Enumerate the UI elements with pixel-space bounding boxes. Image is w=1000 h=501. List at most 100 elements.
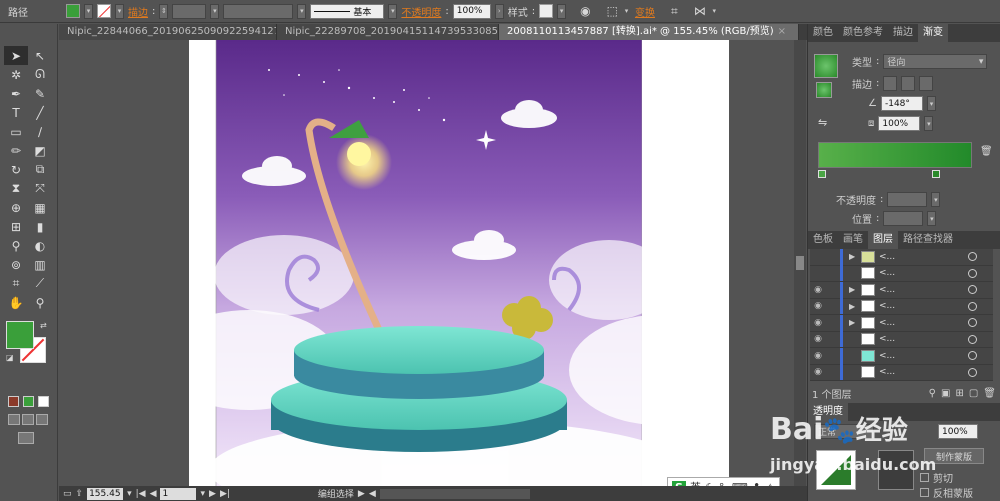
tab-pathfinder[interactable]: 路径查找器 xyxy=(898,231,958,249)
reverse-gradient-icon[interactable]: ⇋ xyxy=(818,116,827,129)
expand-icon[interactable]: ▶ xyxy=(849,285,861,294)
canvas-area[interactable]: S 英 ☾ °, ⌨ ♣ ✧ xyxy=(59,40,794,486)
isolate-icon[interactable]: ⌗ xyxy=(671,4,678,19)
clipping-mask-icon[interactable]: ▣ xyxy=(941,388,950,399)
brush-dropdown-arrow[interactable]: ▾ xyxy=(388,3,398,19)
layer-name[interactable]: <... xyxy=(879,252,968,262)
direct-selection-tool-icon[interactable]: ↖ xyxy=(28,46,52,65)
first-artboard-icon[interactable]: |◀ xyxy=(136,489,146,499)
line-tool-icon[interactable]: ╱ xyxy=(28,103,52,122)
rectangle-tool-icon[interactable]: ▭ xyxy=(4,122,28,141)
hscroll-left-icon[interactable]: ◀ xyxy=(369,489,376,499)
target-icon[interactable] xyxy=(968,301,977,311)
stroke-label[interactable]: 描边 xyxy=(128,4,148,19)
page-field[interactable]: 1 xyxy=(160,487,197,500)
variable-width-profile[interactable] xyxy=(223,3,294,19)
more-options-icon[interactable]: ⋈ xyxy=(694,4,706,18)
column-graph-tool-icon[interactable]: ▥ xyxy=(28,255,52,274)
stop-opacity-field[interactable] xyxy=(887,192,928,207)
layer-name[interactable]: <... xyxy=(879,268,968,278)
prev-artboard-icon[interactable]: ◀ xyxy=(150,489,157,499)
opacity-field[interactable]: 100% xyxy=(452,3,491,19)
target-icon[interactable] xyxy=(968,285,977,295)
fill-dropdown-arrow[interactable]: ▾ xyxy=(84,3,93,19)
tab-gradient[interactable]: 渐变 xyxy=(918,24,948,42)
align-icon[interactable]: ⬚ xyxy=(607,4,618,18)
visibility-icon[interactable]: ◉ xyxy=(810,301,826,311)
screen-mode-icon[interactable] xyxy=(18,432,34,444)
mesh-tool-icon[interactable]: ⊞ xyxy=(4,217,28,236)
stop-position-arrow[interactable]: ▾ xyxy=(927,211,937,226)
tab-swatches[interactable]: 色板 xyxy=(808,231,838,249)
draw-behind-icon[interactable] xyxy=(22,414,34,425)
angle-field[interactable]: -148° xyxy=(880,96,923,111)
tab-stroke[interactable]: 描边 xyxy=(888,24,918,42)
pencil-tool-icon[interactable]: ✏ xyxy=(4,141,28,160)
visibility-icon[interactable]: ◉ xyxy=(810,334,826,344)
more-options-arrow[interactable]: ▾ xyxy=(710,4,719,19)
tab-color-guide[interactable]: 颜色参考 xyxy=(838,24,888,42)
gradient-fill-stroke[interactable] xyxy=(816,82,832,98)
stroke-weight-stepper[interactable]: ⇕ xyxy=(159,3,169,19)
opacity-arrow[interactable]: › xyxy=(494,3,504,19)
target-icon[interactable] xyxy=(968,367,977,377)
curvature-tool-icon[interactable]: ✎ xyxy=(28,84,52,103)
delete-layer-icon[interactable]: 🗑 xyxy=(983,388,996,399)
close-icon[interactable]: × xyxy=(778,26,786,37)
zoom-field[interactable]: 155.45 xyxy=(87,487,124,500)
symbol-sprayer-tool-icon[interactable]: ⊚ xyxy=(4,255,28,274)
expand-icon[interactable]: ▶ xyxy=(849,252,861,261)
gradient-stroke-mode-3[interactable] xyxy=(919,76,934,91)
color-mode-icon[interactable] xyxy=(8,396,19,407)
opacity-label[interactable]: 不透明度 xyxy=(401,4,441,19)
doc-tab-2[interactable]: 20081101134578​87 [转换].ai* @ 155.45% (RG… xyxy=(499,24,799,40)
layer-row[interactable]: ◉ ▶ <... xyxy=(810,281,993,299)
ime-lang-label[interactable]: 英 xyxy=(690,479,701,486)
expand-icon[interactable]: ▶ xyxy=(849,302,861,311)
layer-name[interactable]: <... xyxy=(879,351,968,361)
gradient-stroke-mode-1[interactable] xyxy=(883,76,898,91)
draw-normal-icon[interactable] xyxy=(8,414,20,425)
tab-brushes[interactable]: 画笔 xyxy=(838,231,868,249)
layer-row[interactable]: ◉ <... xyxy=(810,331,993,348)
visibility-icon[interactable]: ◉ xyxy=(810,367,826,377)
locate-object-icon[interactable]: ⚲ xyxy=(929,388,936,399)
transform-label[interactable]: 变换 xyxy=(635,4,655,19)
doc-tab-1[interactable]: Nipic_22289708_20190415114739533085.ai*× xyxy=(277,24,499,40)
doc-tab-0[interactable]: Nipic_22844066_20190625090922594127.ai*× xyxy=(59,24,277,40)
visibility-icon[interactable]: ◉ xyxy=(810,318,826,328)
page-dropdown-arrow[interactable]: ▾ xyxy=(200,489,205,499)
lasso-tool-icon[interactable]: ᘏ xyxy=(28,65,52,84)
artboard-nav-icon[interactable]: ▭ xyxy=(63,489,72,499)
target-icon[interactable] xyxy=(968,334,977,344)
status-text[interactable]: 编组选择 xyxy=(318,487,354,500)
target-icon[interactable] xyxy=(968,318,977,328)
tab-layers[interactable]: 图层 xyxy=(868,231,898,249)
shape-builder-tool-icon[interactable]: ⊕ xyxy=(4,198,28,217)
tab-color[interactable]: 颜色 xyxy=(808,24,838,42)
visibility-icon[interactable]: ◉ xyxy=(810,285,826,295)
zoom-tool-icon[interactable]: ⚲ xyxy=(28,293,52,312)
layer-row[interactable]: ◉ ▶ <... xyxy=(810,314,993,332)
magic-wand-tool-icon[interactable]: ✲ xyxy=(4,65,28,84)
horizontal-scrollbar[interactable] xyxy=(379,488,530,499)
aspect-field[interactable]: 100% xyxy=(878,116,921,131)
stroke-dropdown-arrow[interactable]: ▾ xyxy=(115,3,124,19)
zoom-dropdown-arrow[interactable]: ▾ xyxy=(127,489,132,499)
ime-toolbar[interactable]: S 英 ☾ °, ⌨ ♣ ✧ xyxy=(667,477,780,486)
layer-name[interactable]: <... xyxy=(879,285,968,295)
hand-tool-icon[interactable]: ✋ xyxy=(4,293,28,312)
layer-row[interactable]: <... xyxy=(810,265,993,282)
transparency-opacity-field[interactable]: 100% xyxy=(938,424,978,439)
eyedropper-tool-icon[interactable]: ⚲ xyxy=(4,236,28,255)
paintbrush-tool-icon[interactable]: ∕ xyxy=(28,122,52,141)
visibility-icon[interactable]: ◉ xyxy=(810,351,826,361)
target-icon[interactable] xyxy=(968,252,977,262)
new-sublayer-icon[interactable]: ⊞ xyxy=(955,388,963,399)
new-layer-icon[interactable]: ▢ xyxy=(969,388,978,399)
clip-checkbox[interactable] xyxy=(920,473,929,482)
style-swatch[interactable] xyxy=(539,4,554,18)
target-icon[interactable] xyxy=(968,268,977,278)
export-icon[interactable]: ⇪ xyxy=(76,489,84,499)
artboard-tool-icon[interactable]: ⌗ xyxy=(4,274,28,293)
